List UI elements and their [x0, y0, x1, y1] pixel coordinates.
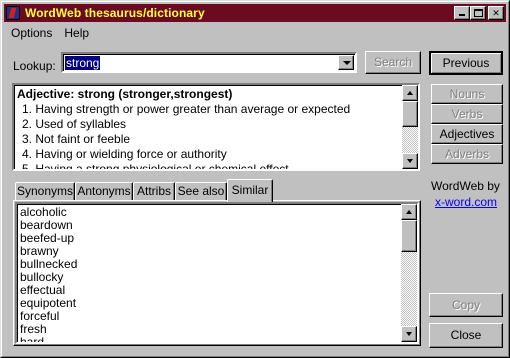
verbs-button-label: Verbs: [451, 107, 483, 121]
definition-item[interactable]: 1. Having strength or power greater than…: [22, 102, 350, 116]
similar-scroll-thumb[interactable]: [401, 220, 417, 252]
app-icon[interactable]: [6, 6, 20, 20]
tab-attribs[interactable]: Attribs: [133, 182, 175, 201]
list-item[interactable]: equipotent: [20, 296, 76, 310]
menu-options[interactable]: Options: [5, 24, 58, 42]
close-button[interactable]: Close: [429, 323, 503, 348]
list-item[interactable]: alcoholic: [20, 205, 67, 219]
definition-item[interactable]: 3. Not faint or feeble: [22, 132, 130, 146]
chevron-down-icon: [343, 61, 351, 65]
tab-see-also-label: See also: [177, 184, 225, 198]
adjectives-button[interactable]: Adjectives: [431, 124, 503, 144]
tab-synonyms[interactable]: Synonyms: [15, 182, 75, 201]
minimize-icon: [459, 14, 465, 16]
brand-label: WordWeb by: [431, 179, 500, 193]
list-item[interactable]: fresh: [20, 322, 47, 336]
similar-scrollbar[interactable]: [401, 204, 417, 342]
lookup-input[interactable]: strong: [65, 56, 101, 70]
window-controls: ✕: [454, 6, 504, 20]
adverbs-button-label: Adverbs: [444, 147, 490, 161]
list-item[interactable]: beefed-up: [20, 231, 74, 245]
minimize-button[interactable]: [454, 6, 470, 20]
similar-scroll-up[interactable]: [401, 204, 417, 220]
close-window-button[interactable]: ✕: [488, 6, 504, 20]
lookup-dropdown-button[interactable]: [338, 55, 354, 70]
scroll-down-icon: [406, 332, 412, 336]
list-item[interactable]: hard: [20, 335, 44, 342]
window-title: WordWeb thesaurus/dictionary: [25, 6, 205, 20]
menu-help[interactable]: Help: [58, 24, 95, 42]
menu-help-label: Help: [64, 26, 90, 40]
search-button[interactable]: Search: [365, 51, 421, 74]
scroll-up-icon: [406, 210, 412, 214]
maximize-icon: [474, 9, 483, 17]
definition-item[interactable]: 4. Having or wielding force or authority: [22, 147, 227, 161]
definitions-scroll-up[interactable]: [402, 85, 418, 101]
definition-item[interactable]: 5. Having a strong physiological or chem…: [22, 162, 289, 169]
list-item[interactable]: effectual: [20, 283, 65, 297]
adverbs-button[interactable]: Adverbs: [431, 144, 503, 164]
definitions-scroll-down[interactable]: [402, 153, 418, 169]
previous-button-label: Previous: [442, 56, 490, 70]
menu-options-label: Options: [11, 26, 53, 40]
definitions-scrollbar[interactable]: [402, 85, 418, 169]
tab-similar-label: Similar: [231, 183, 269, 197]
list-item[interactable]: brawny: [20, 244, 59, 258]
tab-attribs-label: Attribs: [136, 184, 171, 198]
similar-scroll-down[interactable]: [401, 326, 417, 342]
definitions-scroll-thumb[interactable]: [402, 101, 418, 127]
nouns-button-label: Nouns: [449, 87, 485, 101]
list-item[interactable]: bullocky: [20, 270, 63, 284]
menu-bar: Options Help: [5, 24, 95, 42]
definition-item[interactable]: 2. Used of syllables: [22, 117, 126, 131]
tab-antonyms-label: Antonyms: [77, 184, 131, 198]
verbs-button[interactable]: Verbs: [431, 104, 503, 124]
tab-see-also[interactable]: See also: [175, 182, 227, 201]
copy-button-label: Copy: [451, 298, 480, 312]
tab-similar[interactable]: Similar: [227, 179, 273, 202]
definition-heading: Adjective: strong (stronger,strongest): [17, 87, 233, 101]
list-item[interactable]: bullnecked: [20, 257, 77, 271]
similar-words-list[interactable]: alcoholic beardown beefed-up brawny bull…: [15, 202, 419, 344]
lookup-combobox[interactable]: strong: [61, 52, 357, 73]
scroll-down-icon: [407, 159, 413, 163]
close-button-label: Close: [450, 328, 482, 342]
list-item[interactable]: beardown: [20, 218, 73, 232]
close-icon: ✕: [492, 8, 500, 18]
website-link[interactable]: x-word.com: [435, 195, 497, 209]
tab-antonyms[interactable]: Antonyms: [75, 182, 133, 201]
nouns-button[interactable]: Nouns: [431, 84, 503, 104]
list-item[interactable]: forceful: [20, 309, 59, 323]
lookup-label: Lookup:: [13, 59, 56, 73]
definitions-list[interactable]: Adjective: strong (stronger,strongest) 1…: [12, 83, 420, 171]
adjectives-button-label: Adjectives: [439, 127, 495, 141]
app-window: WordWeb thesaurus/dictionary ✕ Options H…: [0, 0, 510, 358]
title-bar[interactable]: WordWeb thesaurus/dictionary ✕: [4, 4, 506, 22]
search-button-label: Search: [373, 55, 413, 69]
scroll-up-icon: [407, 91, 413, 95]
tab-synonyms-label: Synonyms: [16, 184, 74, 198]
previous-button[interactable]: Previous: [429, 51, 503, 75]
maximize-button[interactable]: [470, 6, 486, 20]
copy-button[interactable]: Copy: [429, 293, 503, 317]
